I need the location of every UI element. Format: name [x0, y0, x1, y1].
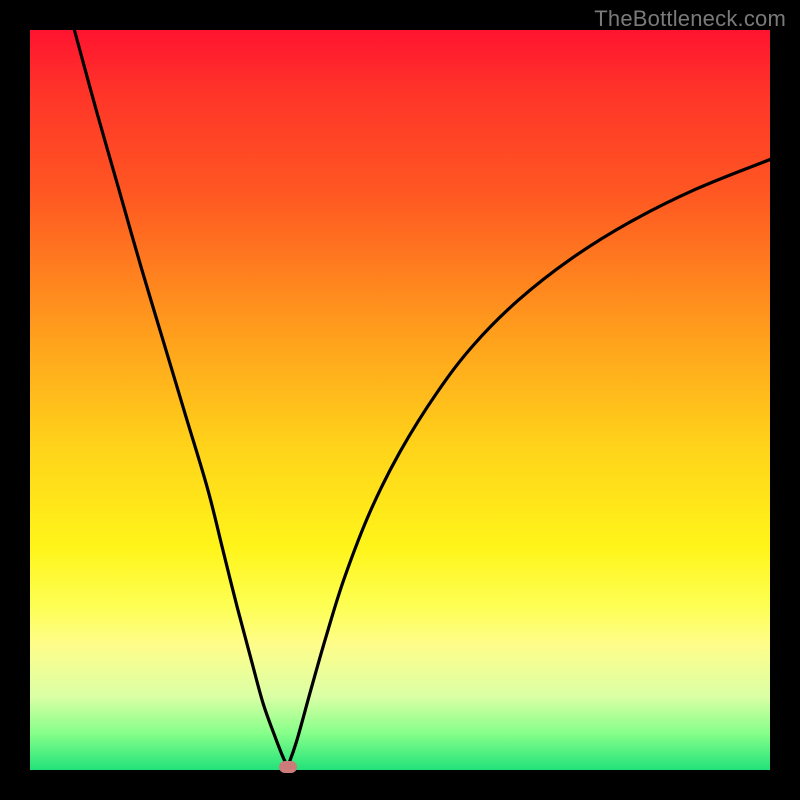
attribution-text: TheBottleneck.com [594, 6, 786, 32]
bottleneck-curve [30, 30, 770, 770]
curve-right-branch [288, 160, 770, 768]
min-marker [279, 761, 297, 773]
curve-left-branch [74, 30, 287, 767]
chart-frame: TheBottleneck.com [0, 0, 800, 800]
plot-area [30, 30, 770, 770]
